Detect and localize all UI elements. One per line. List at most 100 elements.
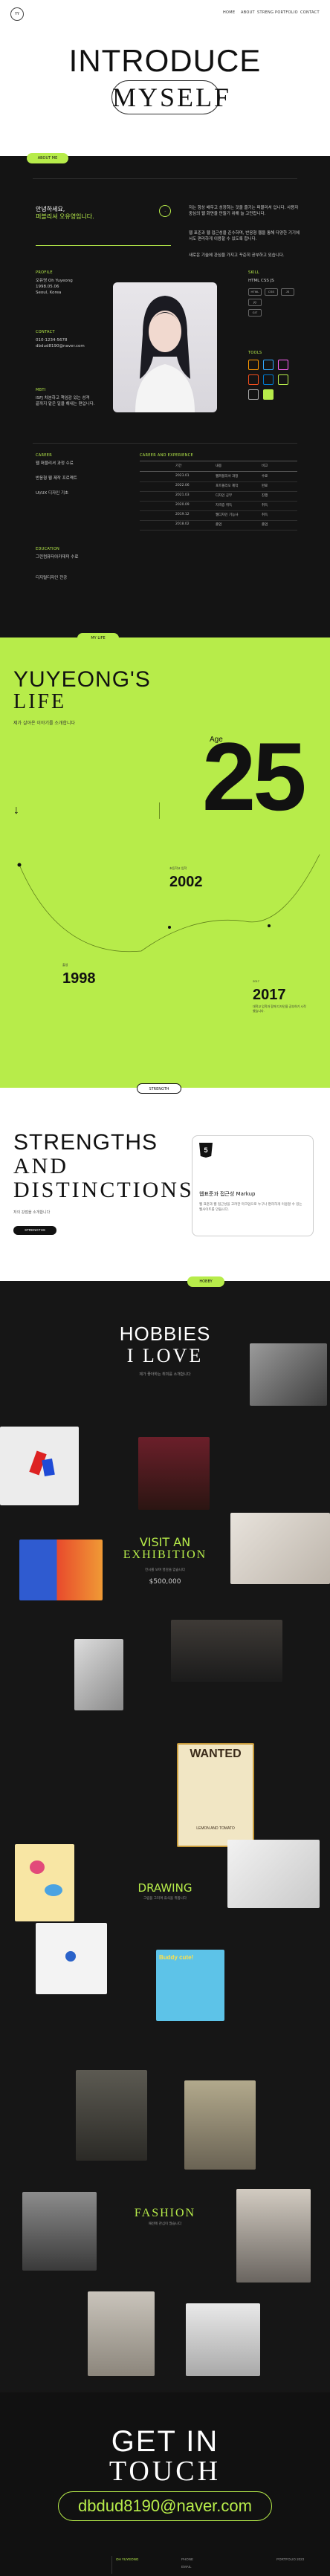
git-badge: GIT <box>248 309 262 317</box>
table-header-note: 비고 <box>262 464 268 468</box>
exhibition-text: 전시를 보며 영감을 얻습니다 <box>145 1568 185 1572</box>
year-2017: 2017 <box>253 987 286 1003</box>
drawing-title: DRAWING <box>138 1881 192 1895</box>
table-cell: 2021.03 <box>175 493 190 497</box>
figma-icon <box>248 374 259 385</box>
year-note-2017-label: 2017 <box>253 979 259 983</box>
year-2002: 2002 <box>169 874 203 890</box>
profile-photo <box>113 282 217 412</box>
profile-birth: 1998.05.06 <box>36 285 59 289</box>
age-value: 25 <box>202 722 307 831</box>
strengths-title-1: STRENGTHS <box>13 1130 158 1155</box>
timeline-tick <box>159 802 160 819</box>
nav-portfolio[interactable]: PORTFOLIO <box>275 10 298 15</box>
table-cell: 포트폴리오 제작 <box>216 484 239 488</box>
table-cell: 취득 <box>262 513 268 517</box>
table-row-line <box>140 491 297 492</box>
drawing-photo-2 <box>36 1923 107 1994</box>
table-title: CAREER AND EXPERIENCE <box>140 453 193 458</box>
mbti-text: ISFJ 차분하고 책임감 있는 성격 <box>36 396 90 400</box>
table-cell: 진행 <box>262 494 268 498</box>
fashion-photo-6 <box>186 2303 260 2376</box>
drawing-text: 그림을 그리며 휴식을 취합니다 <box>143 1897 187 1901</box>
contact-email[interactable]: dbdud8190@naver.com <box>36 343 85 349</box>
career-label: CAREER <box>36 453 52 458</box>
exhibition-photo-5 <box>74 1639 123 1710</box>
table-rule <box>140 471 297 472</box>
mbti-text-2: 끝까지 맡은 일을 해내는 편입니다. <box>36 402 95 406</box>
exhibition-title-1: VISIT AN <box>139 1535 191 1549</box>
nav-home[interactable]: HOME <box>223 10 235 15</box>
cute-sign: Buddy cute! <box>159 1954 194 1961</box>
contact-label: CONTACT <box>36 330 55 334</box>
fashion-photo-4 <box>236 2189 311 2283</box>
table-cell: 2019.12 <box>175 513 190 516</box>
edu-line-2: 디지털디자인 전공 <box>36 576 68 580</box>
life-title-1: YUYEONG'S <box>13 667 151 692</box>
contact-email-button[interactable]: dbdud8190@naver.com <box>58 2491 272 2521</box>
header: YY HOME ABOUT STRENG PORTFOLIO CONTACT I… <box>0 0 330 156</box>
life-tab[interactable]: MY LIFE <box>77 633 119 643</box>
exhibition-photo-4 <box>19 1540 103 1600</box>
edu-line-1: 그린컴퓨터아카데미 수료 <box>36 555 79 559</box>
greeting-2: 퍼블리셔 오유영입니다. <box>36 213 94 220</box>
table-row-line <box>140 501 297 502</box>
strength-card-text: 웹 표준과 웹 접근성을 고려한 마크업으로 누구나 편리하게 이용할 수 있는… <box>199 1203 302 1212</box>
arrow-down-icon[interactable]: ↓ <box>13 804 19 817</box>
year-1998: 1998 <box>62 970 96 987</box>
year-note-2017: 대학교 입학과 함께 디자인을 공부하기 시작했습니다. <box>253 1005 306 1013</box>
table-header-period: 기간 <box>175 464 182 468</box>
strengths-button[interactable]: STRENGTHS <box>13 1226 56 1235</box>
divider <box>33 443 297 444</box>
exhibition-photo-6 <box>171 1620 282 1682</box>
footer-phone: PHONE <box>181 2557 194 2561</box>
footer-name: OH YUYEONG <box>116 2557 139 2561</box>
arrow-icon: → <box>159 205 171 217</box>
hobbies-title-1: HOBBIES <box>119 1323 211 1345</box>
myself-title: MYSELF <box>111 80 229 114</box>
edu-label: EDUCATION <box>36 547 60 551</box>
footer-divider <box>111 2556 112 2574</box>
fashion-photo-1 <box>76 2070 147 2161</box>
exhibition-title-2: EXHIBITION <box>123 1548 207 1561</box>
hobby-tab[interactable]: HOBBY <box>187 1276 224 1287</box>
strengths-title-3: DISTINCTIONS <box>13 1178 194 1202</box>
career-line-3: UI/UX 디자인 기초 <box>36 491 69 496</box>
year-note-2002: 초등학교 입학 <box>169 866 187 870</box>
table-cell: 2023.01 <box>175 474 190 478</box>
table-cell: 완료 <box>262 484 268 488</box>
exhibition-poster <box>138 1437 210 1510</box>
table-cell: 2018.02 <box>175 522 190 526</box>
nav-contact[interactable]: CONTACT <box>300 10 320 15</box>
intro-paragraph: 저는 항상 배우고 성장하는 것을 즐기는 퍼블리셔 입니다. 사용자 중심의 … <box>189 206 299 216</box>
strength-tab[interactable]: STRENGTH <box>137 1083 181 1094</box>
table-cell: 졸업 <box>216 523 222 527</box>
life-subtitle: 제가 살아온 이야기를 소개합니다 <box>13 721 76 726</box>
skill-label: SKILL <box>248 270 259 275</box>
table-cell: 수료 <box>262 475 268 478</box>
vscode-icon <box>263 374 274 385</box>
js-badge: JS <box>281 288 294 296</box>
ps-icon <box>263 360 274 370</box>
exhibition-photo-1 <box>250 1343 327 1406</box>
logo[interactable]: YY <box>10 7 24 21</box>
divider <box>33 178 297 179</box>
nav-strength[interactable]: STRENG <box>257 10 274 15</box>
about-tab[interactable]: ABOUT ME <box>27 153 68 163</box>
table-row-line <box>140 510 297 511</box>
ai-icon <box>248 360 259 370</box>
career-line-2: 반응형 웹 제작 프로젝트 <box>36 476 77 481</box>
table-cell: 웹디자인 기능사 <box>216 513 239 517</box>
wanted-sub: LEMON AND TOMATO <box>196 1826 235 1831</box>
strengths-title-2: AND <box>13 1154 68 1178</box>
footer-email: EMAIL <box>181 2565 192 2569</box>
table-cell: 웹퍼블리셔 과정 <box>216 475 239 478</box>
wanted-text: WANTED <box>190 1748 242 1760</box>
html5-icon: 5 <box>199 1143 213 1158</box>
nav-about[interactable]: ABOUT <box>241 10 255 15</box>
fashion-title: FASHION <box>134 2207 196 2219</box>
tool-icon <box>278 374 288 385</box>
exhibition-photo-2 <box>0 1427 79 1505</box>
fashion-photo-3 <box>22 2192 97 2271</box>
exhibition-price: $500,000 <box>149 1578 181 1586</box>
